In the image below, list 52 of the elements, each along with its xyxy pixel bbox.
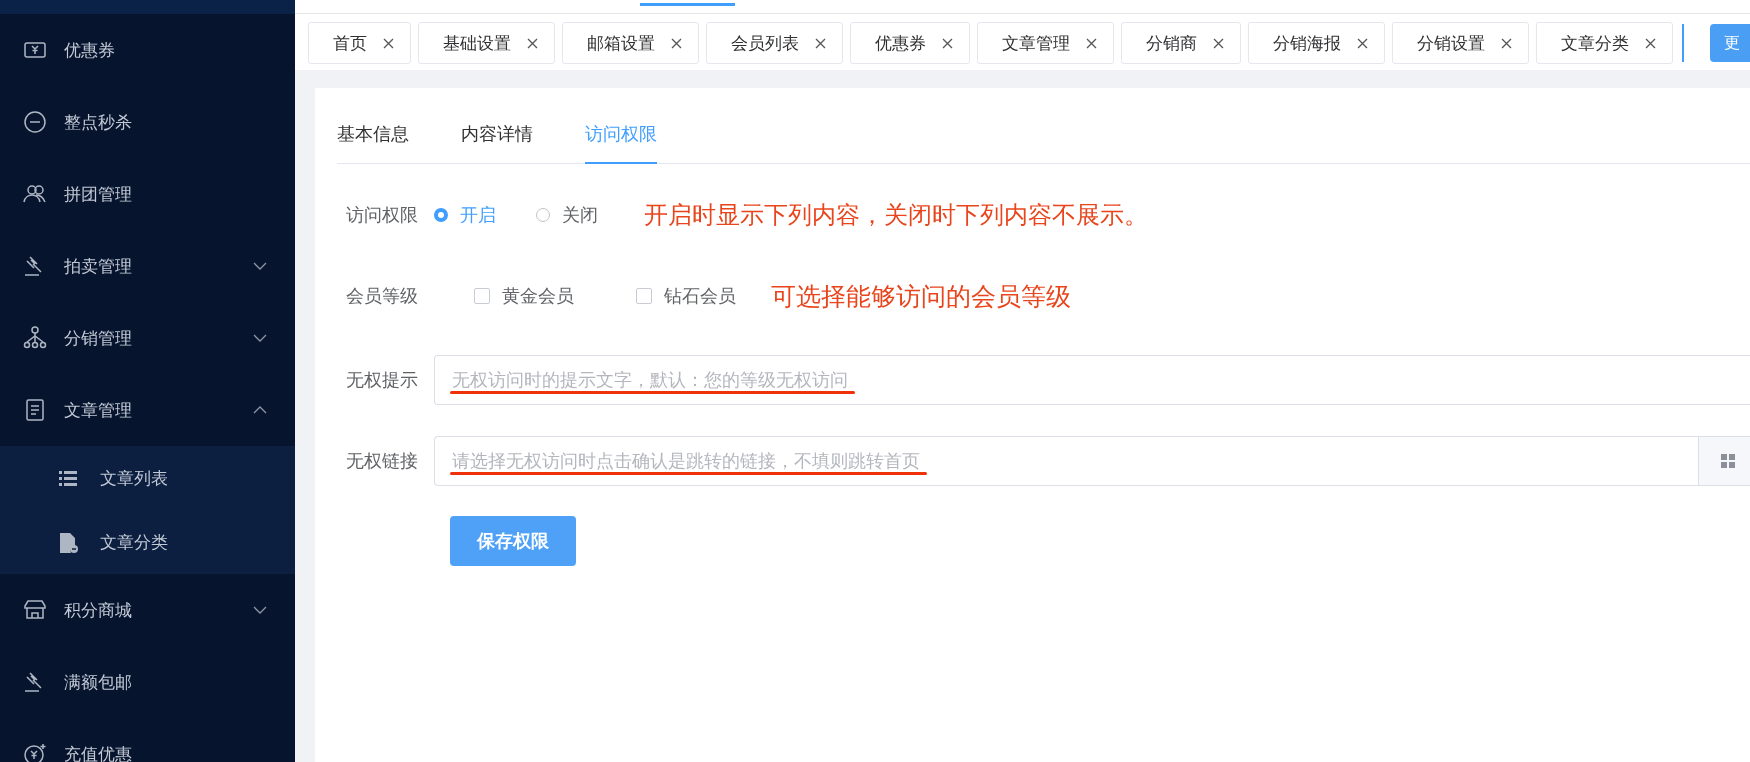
annotation-text: 可选择能够访问的会员等级	[771, 280, 1071, 312]
sidebar-item[interactable]: 积分商城	[0, 574, 295, 646]
sidebar-item[interactable]: 分销管理	[0, 302, 295, 374]
sidebar-item[interactable]: 拍卖管理	[0, 230, 295, 302]
checkbox[interactable]	[636, 288, 652, 304]
field-label: 会员等级	[345, 285, 419, 308]
close-icon[interactable]	[815, 37, 826, 49]
close-icon[interactable]	[527, 37, 538, 49]
network-icon	[22, 325, 48, 351]
sidebar-item[interactable]: 优惠券	[0, 14, 295, 86]
page-tab[interactable]: 分销商	[1121, 22, 1241, 64]
radio-button[interactable]	[536, 208, 550, 222]
page-tab[interactable]: 分销设置	[1392, 22, 1529, 64]
radio-option[interactable]: 关闭	[536, 203, 598, 227]
submenu-item[interactable]: 文章分类	[0, 510, 295, 574]
field-label: 无权链接	[345, 450, 419, 473]
close-icon[interactable]	[942, 37, 953, 49]
checkbox-option[interactable]: 黄金会员	[474, 284, 574, 308]
coin-icon	[22, 741, 48, 762]
sidebar-item[interactable]: 充值优惠	[0, 718, 295, 762]
input-field[interactable]: 无权访问时的提示文字，默认：您的等级无权访问	[434, 355, 1750, 405]
sidebar-item[interactable]: 整点秒杀	[0, 86, 295, 158]
close-icon[interactable]	[1501, 37, 1512, 49]
tab[interactable]: 内容详情	[461, 122, 533, 164]
page-tab[interactable]: 会员列表	[706, 22, 843, 64]
sidebar-item[interactable]: 满额包邮	[0, 646, 295, 718]
page-tab[interactable]: 文章管理	[977, 22, 1114, 64]
annotation-text: 开启时显示下列内容，关闭时下列内容不展示。	[644, 200, 1148, 230]
checkbox[interactable]	[474, 288, 490, 304]
close-icon[interactable]	[1645, 37, 1656, 49]
checkbox-option[interactable]: 钻石会员	[636, 284, 736, 308]
page-tab[interactable]: 文章分类	[1536, 22, 1673, 64]
page-tab[interactable]: 优惠券	[850, 22, 970, 64]
radio-button[interactable]	[434, 208, 448, 222]
page-tab[interactable]: 邮箱设置	[562, 22, 699, 64]
close-icon[interactable]	[1357, 37, 1368, 49]
grid-icon	[1720, 454, 1735, 468]
picker-button[interactable]	[1698, 436, 1750, 486]
page-tab[interactable]: 基础设置	[418, 22, 555, 64]
page-tab[interactable]: 分销海报	[1248, 22, 1385, 64]
sidebar-item[interactable]: 文章管理	[0, 374, 295, 446]
page-tab[interactable]: 首页	[308, 22, 411, 64]
close-icon[interactable]	[383, 37, 394, 49]
submenu-item[interactable]: 文章列表	[0, 446, 295, 510]
close-icon[interactable]	[1086, 37, 1097, 49]
close-icon[interactable]	[671, 37, 682, 49]
close-icon[interactable]	[1213, 37, 1224, 49]
input-field[interactable]: 请选择无权访问时点击确认是跳转的链接，不填则跳转首页	[434, 436, 1698, 486]
field-label: 无权提示	[345, 369, 419, 392]
sidebar-item[interactable]: 拼团管理	[0, 158, 295, 230]
tab[interactable]: 基本信息	[337, 122, 409, 164]
field-label: 访问权限	[345, 204, 419, 227]
